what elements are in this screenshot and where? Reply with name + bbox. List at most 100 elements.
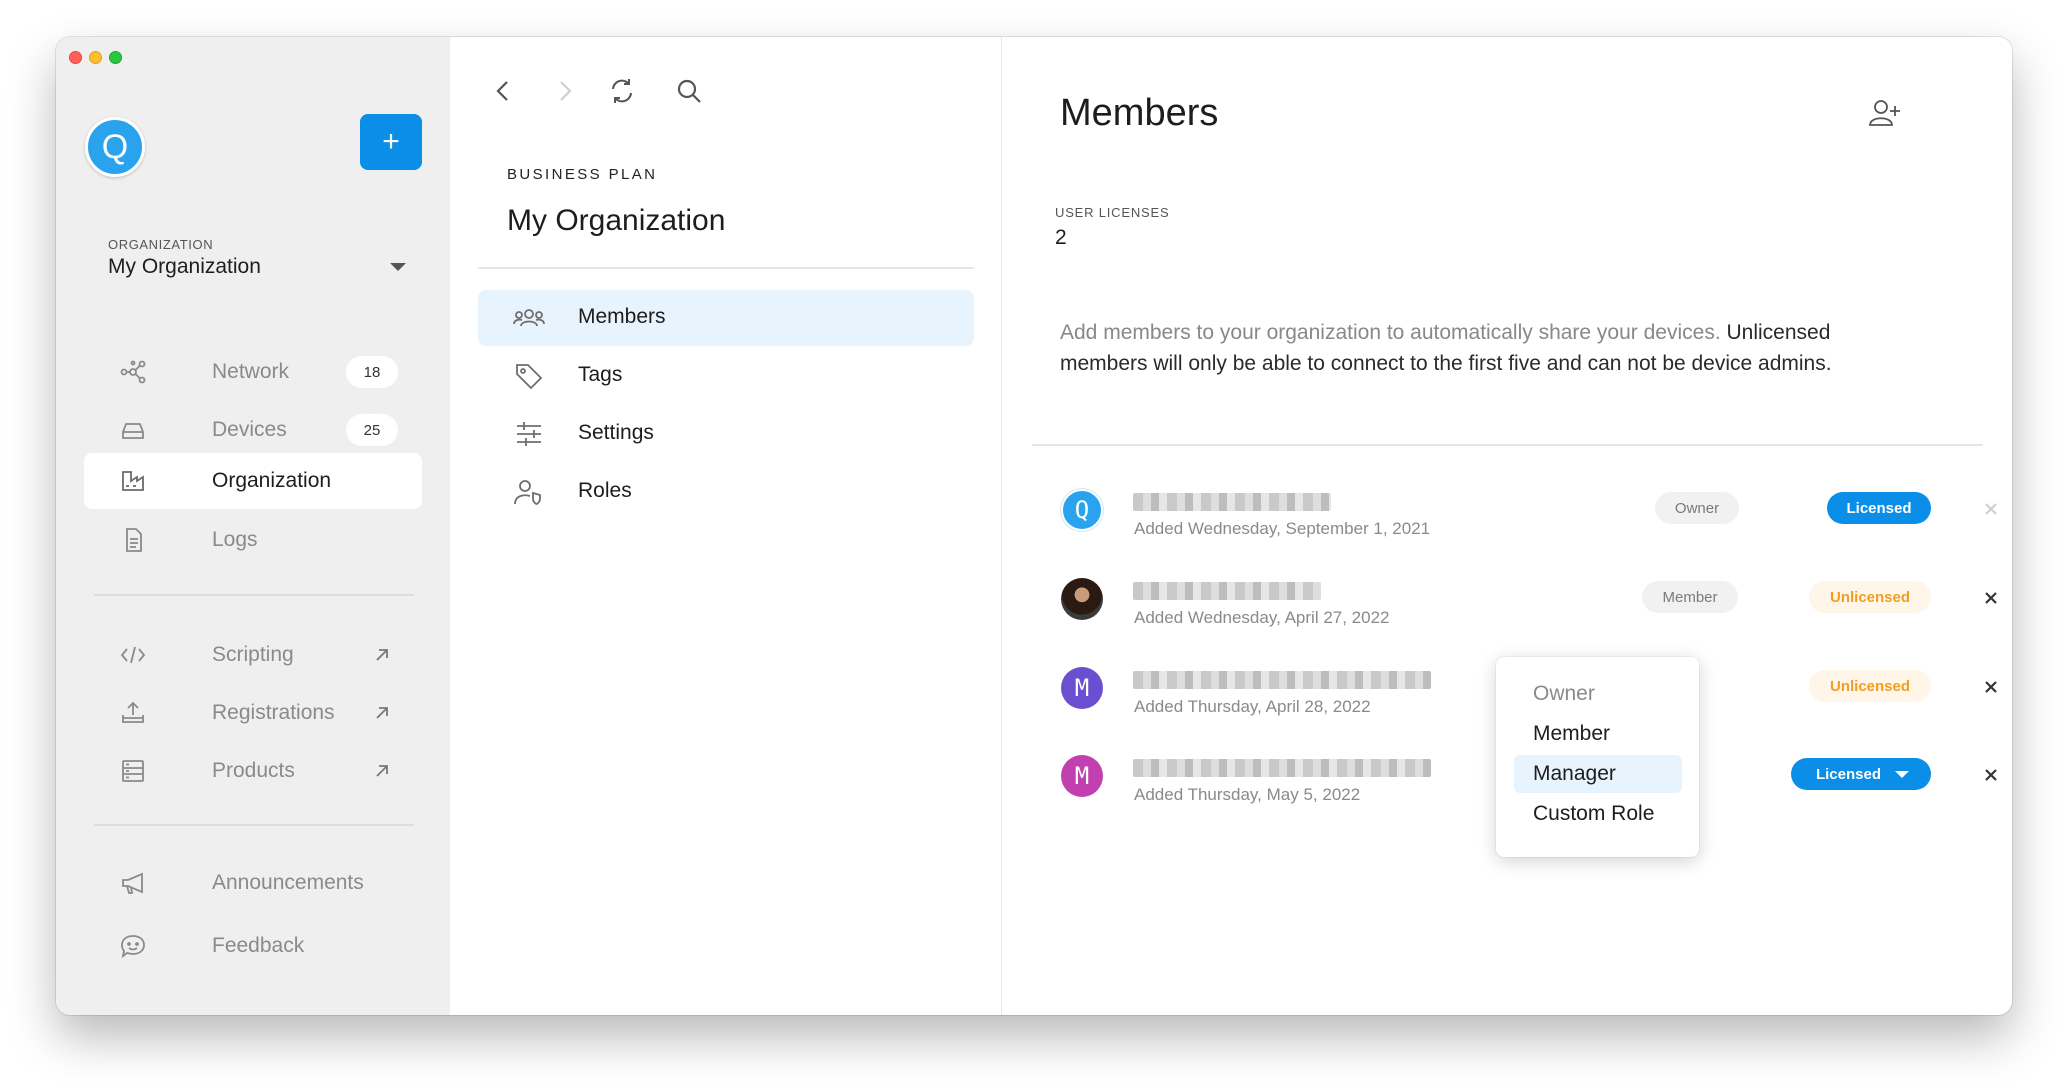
- role-option-owner[interactable]: Owner: [1514, 675, 1682, 713]
- license-badge: Licensed: [1827, 492, 1931, 524]
- sidebar-item-products[interactable]: Products: [84, 743, 422, 799]
- megaphone-icon: [122, 872, 143, 894]
- panel-divider: [478, 267, 974, 269]
- plan-label: BUSINESS PLAN: [507, 166, 658, 183]
- panel-title: My Organization: [507, 204, 726, 237]
- member-name-redacted: [1133, 759, 1431, 777]
- members-description: Add members to your organization to auto…: [1060, 317, 1920, 379]
- sidebar-item-network[interactable]: Network 18: [84, 344, 422, 400]
- role-option-member[interactable]: Member: [1514, 715, 1682, 753]
- devices-icon: [122, 423, 144, 439]
- refresh-icon[interactable]: [608, 77, 636, 105]
- sidebar-item-label: Registrations: [212, 701, 335, 724]
- minimize-window-button[interactable]: [89, 51, 102, 64]
- option-label: Owner: [1533, 682, 1595, 705]
- network-icon: [120, 360, 146, 384]
- sliders-icon: [517, 422, 541, 446]
- option-label: Member: [1533, 722, 1611, 745]
- tab-members[interactable]: Members: [478, 290, 974, 346]
- members-icon: [513, 309, 545, 327]
- license-select[interactable]: Unlicensed: [1809, 670, 1931, 702]
- remove-member-icon[interactable]: [1981, 588, 2001, 608]
- external-link-icon: [376, 649, 388, 661]
- member-row[interactable]: Q Added Wednesday, September 1, 2021 Own…: [1003, 489, 2012, 569]
- sidebar-item-label: Products: [212, 759, 295, 782]
- avatar: [1061, 578, 1103, 620]
- tab-label: Tags: [578, 363, 623, 386]
- feedback-icon: [121, 935, 145, 958]
- sidebar-item-announcements[interactable]: Announcements: [84, 855, 422, 911]
- tab-label: Settings: [578, 421, 654, 444]
- tab-label: Roles: [578, 479, 632, 502]
- code-icon: [120, 646, 146, 664]
- role-select[interactable]: Member: [1642, 581, 1738, 613]
- products-icon: [122, 760, 144, 782]
- devices-count-badge: 25: [346, 414, 398, 446]
- sidebar-item-label: Announcements: [212, 871, 364, 894]
- role-dropdown-menu: Owner Member Manager Custom Role: [1496, 657, 1699, 857]
- page-title: Members: [1060, 92, 1219, 134]
- organization-panel: BUSINESS PLAN My Organization Members Ta…: [450, 37, 1002, 1015]
- search-icon[interactable]: [675, 77, 703, 105]
- sidebar-item-devices[interactable]: Devices 25: [84, 402, 422, 458]
- close-window-button[interactable]: [69, 51, 82, 64]
- member-name-redacted: [1133, 582, 1321, 600]
- sidebar-item-label: Feedback: [212, 934, 305, 957]
- organization-name: My Organization: [108, 255, 261, 278]
- organization-icon: [122, 471, 144, 491]
- sidebar-item-label: Logs: [212, 528, 258, 551]
- back-icon[interactable]: [490, 77, 518, 105]
- role-option-manager[interactable]: Manager: [1514, 755, 1682, 793]
- sidebar-item-logs[interactable]: Logs: [84, 512, 422, 568]
- external-link-icon: [376, 765, 388, 777]
- external-link-icon: [376, 707, 388, 719]
- forward-icon[interactable]: [550, 77, 578, 105]
- role-option-custom-role[interactable]: Custom Role: [1514, 795, 1682, 833]
- member-row[interactable]: Added Wednesday, April 27, 2022 Member U…: [1003, 578, 2012, 658]
- sidebar-item-label: Devices: [212, 418, 287, 441]
- license-select[interactable]: Licensed: [1791, 758, 1931, 790]
- member-added-date: Added Thursday, May 5, 2022: [1134, 785, 1361, 804]
- sidebar-item-label: Scripting: [212, 643, 294, 666]
- license-select-label: Licensed: [1815, 765, 1881, 783]
- sidebar-item-feedback[interactable]: Feedback: [84, 918, 422, 974]
- member-name-redacted: [1133, 671, 1431, 689]
- roles-icon: [514, 480, 541, 505]
- description-muted: Add members to your organization to auto…: [1060, 321, 1727, 344]
- remove-member-icon: [1985, 503, 1997, 515]
- sidebar-item-label: Network: [212, 360, 290, 383]
- sidebar-divider: [94, 594, 414, 596]
- window-controls: [69, 51, 122, 64]
- tab-tags[interactable]: Tags: [478, 348, 974, 404]
- avatar: M: [1061, 755, 1103, 797]
- add-member-icon[interactable]: [1867, 97, 1903, 129]
- sidebar-item-scripting[interactable]: Scripting: [84, 627, 422, 683]
- avatar: M: [1061, 667, 1103, 709]
- logs-icon: [126, 528, 142, 552]
- content-divider: [1032, 444, 1983, 446]
- tab-settings[interactable]: Settings: [478, 406, 974, 462]
- option-label: Manager: [1533, 762, 1616, 785]
- organization-label: ORGANIZATION: [108, 237, 214, 252]
- org-avatar[interactable]: Q: [85, 117, 145, 177]
- sidebar-item-organization[interactable]: Organization: [84, 453, 422, 509]
- caret-down-icon: [1895, 770, 1909, 778]
- tab-roles[interactable]: Roles: [478, 464, 974, 520]
- license-select[interactable]: Unlicensed: [1809, 581, 1931, 613]
- tag-icon: [516, 364, 543, 390]
- upload-icon: [122, 701, 144, 723]
- sidebar-divider: [94, 824, 414, 826]
- add-button[interactable]: +: [360, 114, 422, 170]
- caret-down-icon[interactable]: [390, 263, 406, 271]
- member-name-redacted: [1133, 493, 1331, 511]
- user-licenses-value: 2: [1055, 226, 1067, 249]
- role-badge: Owner: [1655, 492, 1739, 524]
- remove-member-icon[interactable]: [1981, 677, 2001, 697]
- zoom-window-button[interactable]: [109, 51, 122, 64]
- option-label: Custom Role: [1533, 802, 1655, 825]
- sidebar-item-registrations[interactable]: Registrations: [84, 685, 422, 741]
- tab-label: Members: [578, 305, 666, 328]
- members-content: Members USER LICENSES 2 Add members to y…: [1003, 37, 2012, 1015]
- remove-member-icon[interactable]: [1981, 765, 2001, 785]
- user-licenses-label: USER LICENSES: [1055, 205, 1170, 220]
